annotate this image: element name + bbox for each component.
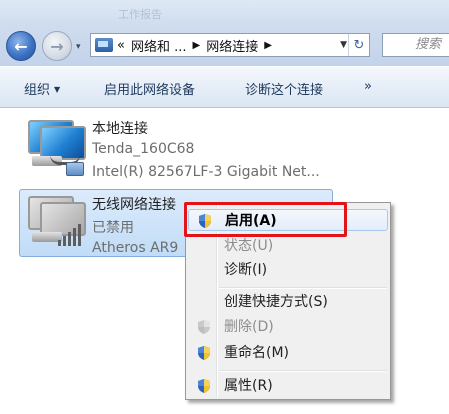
address-bar[interactable]: « 网络和 ... ▶ 网络连接 ▶ ▼ ↻ xyxy=(90,33,370,57)
menu-separator xyxy=(219,370,387,372)
diagnose-connection-button[interactable]: 诊断这个连接 xyxy=(245,79,323,98)
highlight-annotation-box xyxy=(184,202,347,237)
menu-item-label: 删除(D) xyxy=(224,319,274,335)
window-title-ghost: 工作报告 xyxy=(118,8,162,21)
shield-icon xyxy=(198,379,210,393)
wired-network-computer-icon xyxy=(22,118,86,176)
menu-item-label: 创建快捷方式(S) xyxy=(224,294,328,310)
search-input[interactable]: 搜索 xyxy=(382,33,449,57)
menu-item-label: 状态(U) xyxy=(224,238,274,254)
forward-button[interactable]: → xyxy=(42,31,72,61)
connection-name: 无线网络连接 xyxy=(92,197,176,213)
connection-adapter: Atheros AR9 xyxy=(92,240,179,256)
menu-item-label: 属性(R) xyxy=(224,378,273,394)
shield-icon xyxy=(198,346,210,360)
back-arrow-icon: ← xyxy=(14,36,28,56)
signal-bars-icon xyxy=(58,224,81,246)
recent-pages-dropdown-icon[interactable]: ▾ xyxy=(76,42,81,52)
shield-icon-disabled xyxy=(198,320,210,334)
menu-item-diagnose[interactable]: 诊断(I) xyxy=(188,259,388,281)
chevron-down-icon: ▼ xyxy=(54,85,61,94)
back-button[interactable]: ← xyxy=(6,31,36,61)
menu-item-create-shortcut[interactable]: 创建快捷方式(S) xyxy=(188,291,388,313)
connection-network: Tenda_160C68 xyxy=(92,141,195,157)
connection-adapter: Intel(R) 82567LF-3 Gigabit Net... xyxy=(92,164,320,180)
menu-item-status[interactable]: 状态(U) xyxy=(188,235,388,257)
menu-separator xyxy=(219,287,387,289)
breadcrumb-network-and[interactable]: 网络和 ... xyxy=(131,36,187,55)
network-folder-icon xyxy=(95,38,113,52)
connection-status: 已禁用 xyxy=(92,220,134,236)
menu-item-label: 诊断(I) xyxy=(224,262,268,278)
organize-label: 组织 xyxy=(24,83,51,98)
wireless-network-computer-icon xyxy=(22,194,86,252)
address-dropdown-icon[interactable]: ▼ xyxy=(340,40,347,50)
breadcrumb-separator-icon[interactable]: ▶ xyxy=(264,40,272,51)
menu-item-properties[interactable]: 属性(R) xyxy=(188,375,388,397)
refresh-button[interactable]: ↻ xyxy=(348,34,369,56)
menu-item-rename[interactable]: 重命名(M) xyxy=(188,342,388,364)
breadcrumb-separator-icon[interactable]: ▶ xyxy=(193,40,201,51)
command-toolbar: 组织 ▼ 启用此网络设备 诊断这个连接 » xyxy=(0,66,449,108)
breadcrumb-overflow[interactable]: « xyxy=(117,38,125,53)
enable-device-button[interactable]: 启用此网络设备 xyxy=(104,79,195,98)
network-plug-icon xyxy=(66,162,84,176)
more-commands-button[interactable]: » xyxy=(364,79,372,94)
refresh-icon: ↻ xyxy=(353,37,365,53)
breadcrumb-network-connections[interactable]: 网络连接 xyxy=(206,36,258,55)
organize-menu-button[interactable]: 组织 ▼ xyxy=(24,79,60,98)
menu-item-label: 重命名(M) xyxy=(224,345,290,361)
forward-arrow-icon: → xyxy=(50,36,64,56)
menu-item-delete[interactable]: 删除(D) xyxy=(188,316,388,338)
connection-name: 本地连接 xyxy=(92,121,148,137)
navigation-bar: 工作报告 ← → ▾ « 网络和 ... ▶ 网络连接 ▶ ▼ ↻ 搜索 xyxy=(0,0,449,66)
